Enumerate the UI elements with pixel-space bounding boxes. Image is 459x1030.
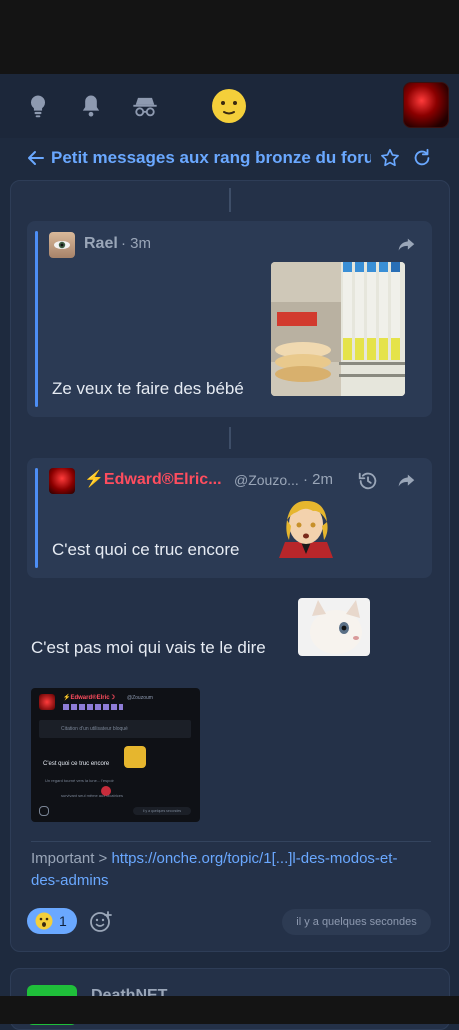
edward-avatar[interactable]	[49, 468, 75, 494]
screenshot-quote-placeholder: Citation d'un utilisateur bloqué	[61, 726, 128, 732]
smiley-logo-icon[interactable]	[211, 88, 247, 124]
screenshot-handle: @Zouzoum	[127, 695, 153, 701]
screenshot-react-icon	[39, 806, 49, 816]
lightbulb-icon[interactable]	[24, 92, 52, 120]
screenshot-author: ⚡Edward®Elric☽	[63, 695, 115, 701]
screenshot-avatar	[39, 694, 55, 710]
add-reaction-icon[interactable]	[89, 910, 113, 934]
top-navigation	[0, 74, 459, 139]
lab-petri-image[interactable]	[271, 262, 405, 396]
quote-time-value: 2m	[312, 471, 334, 488]
page-title[interactable]: Petit messages aux rang bronze du forum	[51, 146, 371, 170]
quote-time: · 2m	[303, 471, 334, 488]
bottom-system-bar	[0, 996, 459, 1024]
edward-sticker[interactable]	[271, 498, 341, 558]
screenshot-badges	[63, 704, 123, 710]
surprised-emoji-icon	[35, 912, 53, 930]
screenshot-text: C'est quoi ce truc encore	[43, 761, 110, 767]
quote-author[interactable]: Rael	[84, 233, 118, 255]
star-icon[interactable]	[379, 147, 401, 169]
status-bar-area	[0, 0, 459, 74]
screenshot-line2: survivant seul même aux cicatrices	[61, 793, 124, 798]
history-icon[interactable]	[357, 470, 379, 492]
quote-text: Ze veux te faire des bébé	[52, 379, 244, 398]
quote-text: C'est quoi ce truc encore	[52, 540, 240, 559]
signature-important: Important > https://onche.org/topic/1[..…	[31, 848, 426, 892]
rael-avatar[interactable]	[49, 232, 75, 258]
separator	[31, 841, 431, 842]
quote-time-value: 3m	[130, 235, 152, 252]
user-avatar[interactable]	[403, 82, 449, 128]
reaction-count: 1	[59, 913, 67, 929]
incognito-icon[interactable]	[131, 92, 159, 120]
embedded-screenshot[interactable]: ⚡Edward®Elric☽ @Zouzoum Citation d'un ut…	[31, 688, 200, 822]
quote-bar	[35, 468, 38, 568]
important-label: Important >	[31, 850, 112, 867]
quote-author[interactable]: ⚡Edward®Elric...	[84, 469, 226, 491]
thread-connector	[229, 188, 231, 212]
quote-handle: @Zouzo...	[234, 472, 299, 488]
refresh-icon[interactable]	[411, 147, 433, 169]
kitten-sticker[interactable]	[298, 598, 370, 656]
post-timestamp: il y a quelques secondes	[282, 909, 431, 935]
reply-text: C'est pas moi qui vais te le dire	[31, 638, 266, 657]
share-icon[interactable]	[395, 234, 417, 256]
bell-icon[interactable]	[77, 92, 105, 120]
share-icon[interactable]	[395, 470, 417, 492]
screenshot-line1: Un regard tourné vers la lune... l'espoi…	[45, 778, 114, 783]
screenshot-time: il y a quelques secondes	[133, 807, 191, 815]
quote-time: · 3m	[121, 235, 152, 252]
reaction-pill[interactable]: 1	[27, 908, 77, 934]
topic-title-bar: Petit messages aux rang bronze du forum	[0, 138, 459, 178]
quote-bar	[35, 231, 38, 407]
back-arrow-icon[interactable]	[26, 148, 46, 168]
screenshot-quote-box: Citation d'un utilisateur bloqué	[39, 720, 191, 738]
thread-connector	[229, 427, 231, 449]
screenshot-sticker	[124, 746, 146, 768]
